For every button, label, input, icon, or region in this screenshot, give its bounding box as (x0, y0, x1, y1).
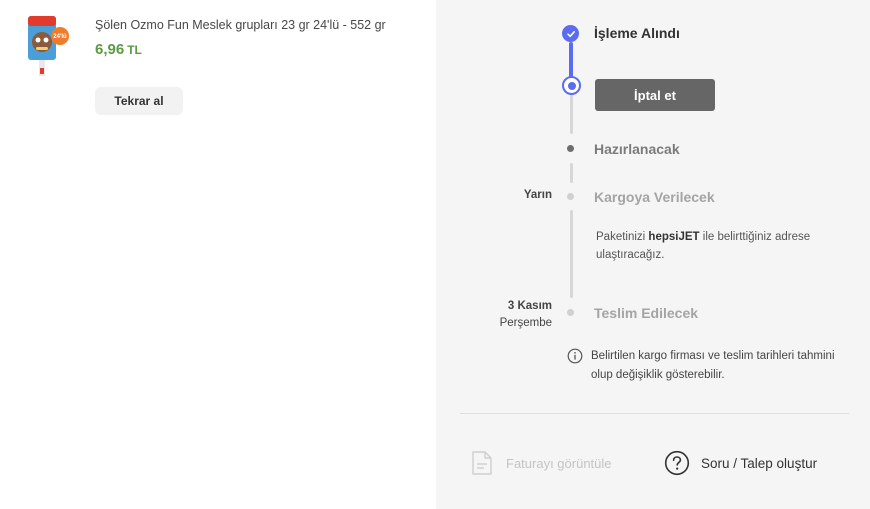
carrier-text: Paketinizi (596, 231, 649, 243)
view-invoice-label: Faturayı görüntüle (506, 455, 612, 471)
reorder-button[interactable]: Tekrar al (95, 87, 183, 115)
price-value: 6,96 (95, 41, 125, 58)
document-icon (472, 451, 492, 475)
step-dot (567, 193, 574, 200)
order-item-panel: 24'lü Şölen Ozmo Fun Meslek grupları 23 … (0, 0, 436, 509)
price-currency: TL (127, 43, 142, 57)
step-title-preparing: Hazırlanacak (594, 141, 680, 157)
tracking-panel: İşleme Alındı İptal et Hazırlanacak Yarı… (436, 0, 870, 509)
badge-text: 24'lü (53, 34, 67, 40)
check-icon (562, 25, 579, 42)
notice-text: Belirtilen kargo firması ve teslim tarih… (591, 350, 835, 381)
timeline-line-active (569, 42, 573, 78)
step-dot (567, 145, 574, 152)
info-icon (567, 348, 583, 364)
product-thumbnail-icon[interactable]: 24'lü (22, 14, 70, 78)
timeline-line (570, 163, 573, 183)
product-price: 6,96 TL (95, 41, 142, 58)
step-title-shipping: Kargoya Verilecek (594, 189, 715, 205)
question-icon (664, 450, 690, 476)
step-title-delivery: Teslim Edilecek (594, 305, 699, 321)
step-title-received: İşleme Alındı (594, 25, 680, 41)
current-step-marker (562, 76, 581, 95)
timeline-line (570, 210, 573, 298)
delivery-date: 3 Kasım Perşembe (500, 298, 552, 332)
view-invoice-button[interactable]: Faturayı görüntüle (470, 450, 612, 476)
delivery-date-day: 3 Kasım (507, 300, 552, 312)
support-label: Soru / Talep oluştur (701, 455, 818, 471)
divider (460, 413, 849, 414)
step-dot (567, 309, 574, 316)
create-support-request-button[interactable]: Soru / Talep oluştur (664, 450, 817, 476)
cancel-order-button[interactable]: İptal et (595, 79, 715, 111)
delivery-date-weekday: Perşembe (499, 317, 552, 329)
timeline-line (570, 92, 573, 134)
product-name[interactable]: Şölen Ozmo Fun Meslek grupları 23 gr 24'… (95, 18, 386, 32)
carrier-name: hepsiJET (648, 231, 700, 243)
carrier-info: Paketinizi hepsiJET ile belirttiğiniz ad… (596, 228, 836, 264)
shipping-date: Yarın (523, 189, 552, 201)
